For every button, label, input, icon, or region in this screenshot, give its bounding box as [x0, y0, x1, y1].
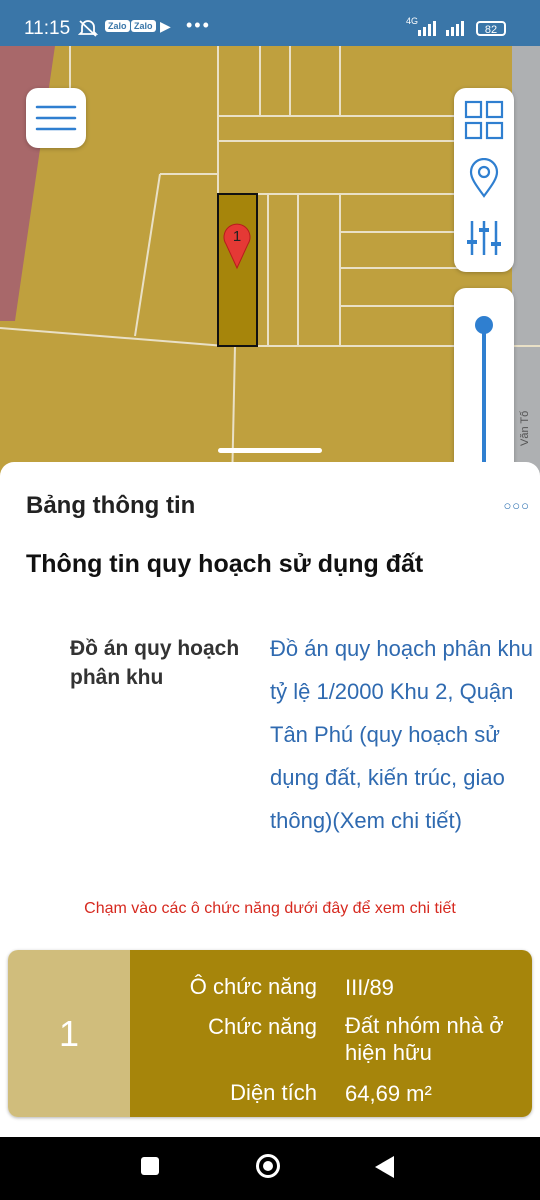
- function-value: Đất nhóm nhà ở hiện hữu: [345, 1013, 504, 1065]
- play-icon: ▶: [160, 18, 171, 34]
- network-type: 4G: [406, 16, 419, 26]
- map-tools-panel: [454, 88, 514, 272]
- cell-number: 1: [8, 950, 130, 1117]
- more-options-icon[interactable]: ○○○: [503, 498, 530, 513]
- panel-title: Bảng thông tin: [26, 492, 196, 519]
- street-label: Văn Tố: [519, 411, 531, 446]
- zoom-slider[interactable]: [454, 288, 514, 486]
- area-label: Diện tích: [230, 1080, 317, 1105]
- mute-icon: [78, 20, 98, 37]
- sliders-icon[interactable]: [464, 218, 504, 258]
- cell-info: Ô chức năng III/89 Chức năng Đất nhóm nh…: [130, 950, 532, 1117]
- cell-code-label: Ô chức năng: [189, 974, 317, 999]
- drag-handle[interactable]: [218, 448, 322, 453]
- hint-text: Chạm vào các ô chức năng dưới đây để xem…: [84, 900, 456, 917]
- grid-layers-icon[interactable]: [464, 100, 504, 140]
- more-notifications-icon: •••: [186, 15, 211, 35]
- zalo-notification-icon: Zalo: [131, 20, 156, 32]
- zalo-notification-icon: Zalo: [105, 20, 130, 32]
- location-pin-icon[interactable]: [468, 158, 500, 198]
- signal-icon: [418, 18, 436, 36]
- back-triangle-icon[interactable]: [374, 1155, 396, 1179]
- section-title: Thông tin quy hoạch sử dụng đất: [26, 550, 424, 578]
- info-panel: Bảng thông tin ○○○ Thông tin quy hoạch s…: [0, 448, 540, 1137]
- menu-button[interactable]: [26, 88, 86, 148]
- function-label: Chức năng: [208, 1014, 317, 1039]
- area-value: 64,69 m²: [345, 1081, 432, 1106]
- plan-label: Đồ án quy hoạch phân khu: [70, 637, 240, 689]
- selected-parcel[interactable]: [217, 193, 258, 347]
- home-circle-icon[interactable]: [256, 1154, 280, 1178]
- marker-label: 1: [233, 228, 241, 245]
- cell-code-value: III/89: [345, 975, 394, 1000]
- function-cell-card[interactable]: 1 Ô chức năng III/89 Chức năng Đất nhóm …: [8, 950, 532, 1117]
- battery-indicator: 82: [476, 21, 506, 36]
- hamburger-menu-icon: [35, 105, 77, 131]
- recents-square-icon[interactable]: [141, 1157, 159, 1175]
- system-nav-bar: [0, 1137, 540, 1200]
- zoom-handle[interactable]: [475, 316, 493, 334]
- plan-detail-link[interactable]: Đồ án quy hoạch phân khu tỷ lệ 1/2000 Kh…: [270, 627, 540, 842]
- map-view[interactable]: Văn Tố 1: [0, 46, 540, 486]
- status-time: 11:15: [24, 18, 71, 39]
- signal-icon: [446, 18, 464, 36]
